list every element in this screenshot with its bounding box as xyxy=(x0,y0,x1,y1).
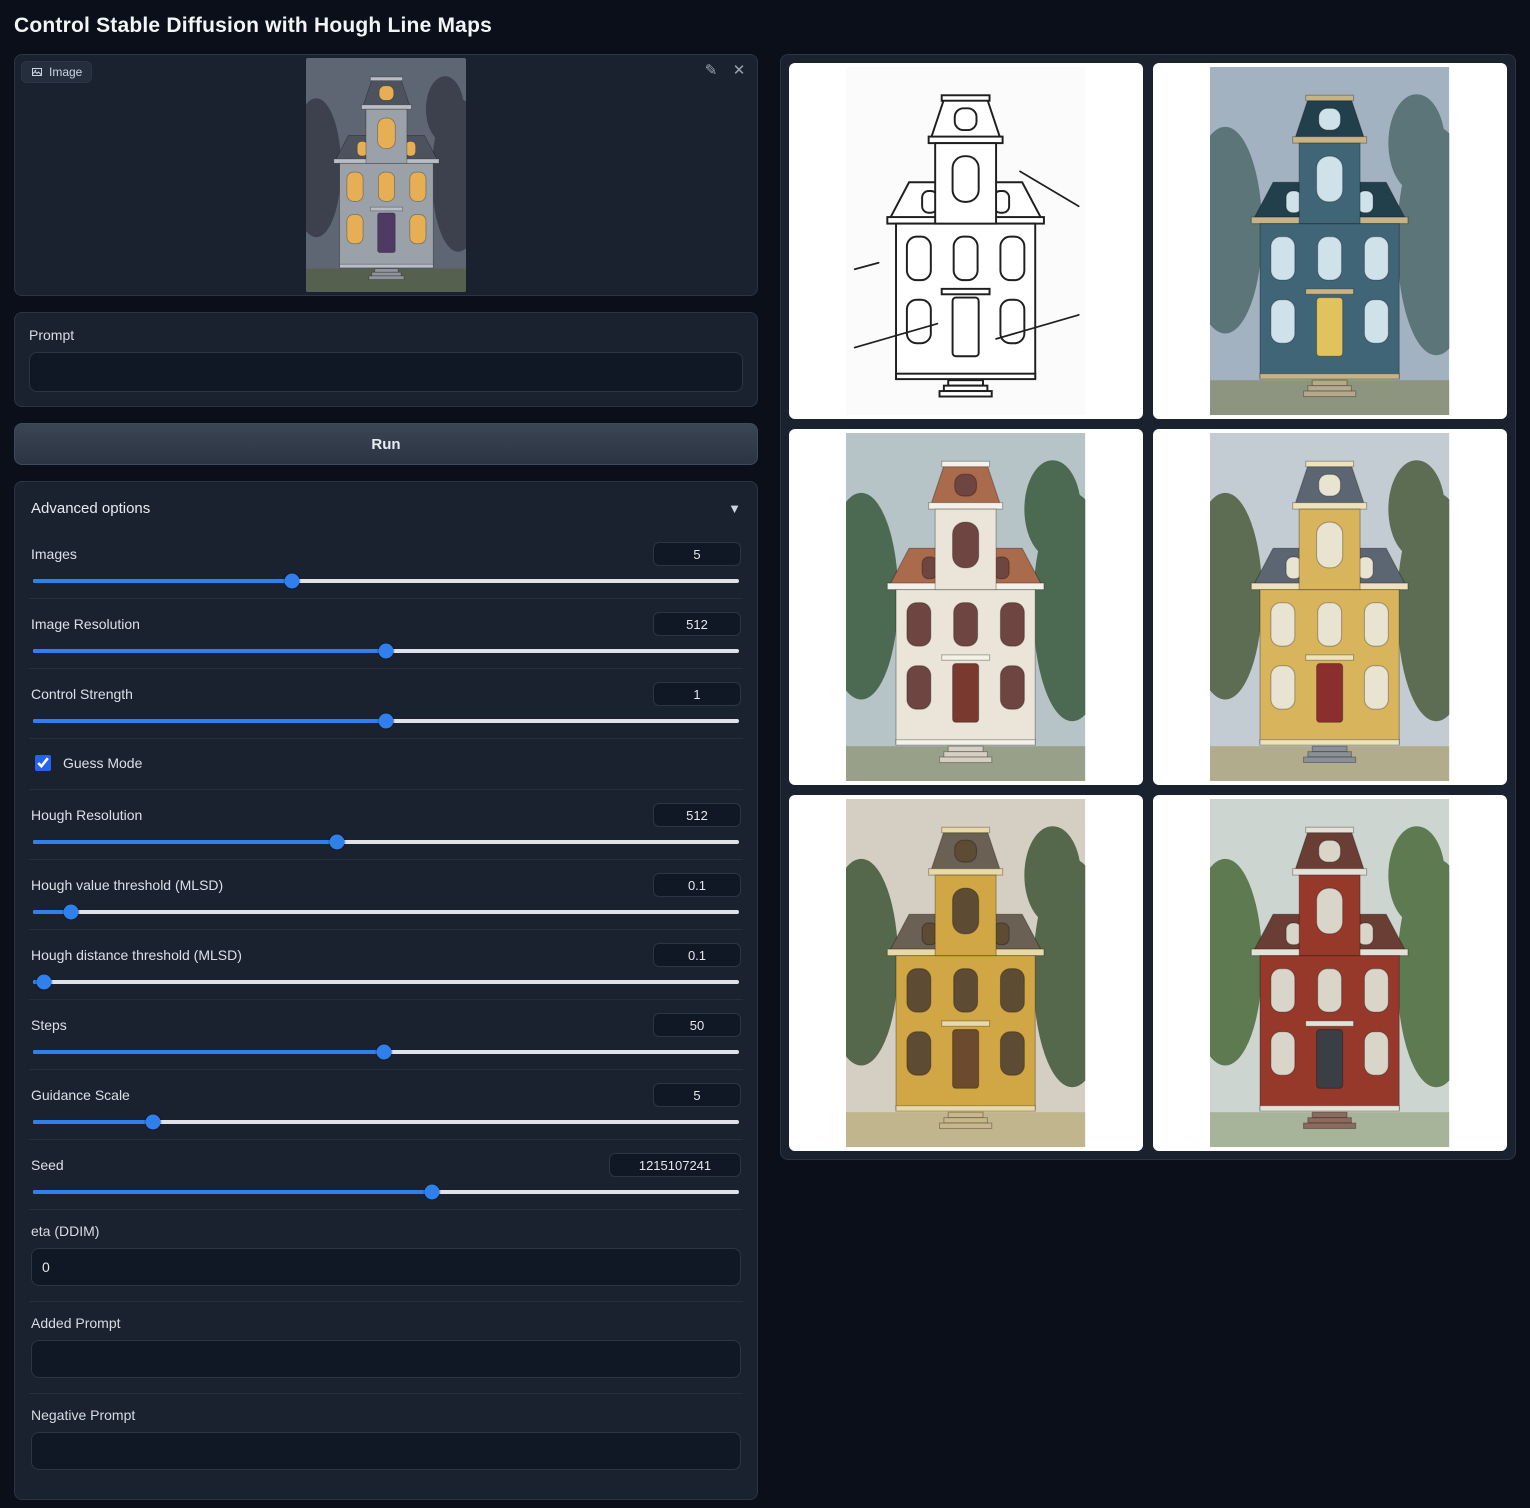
slider-fill xyxy=(33,1120,153,1124)
advanced-options-panel: Advanced options ▼ Images xyxy=(14,481,758,1500)
slider-track-hough-resolution[interactable] xyxy=(33,840,739,844)
gallery-item-2[interactable] xyxy=(1153,63,1507,419)
controls-column: Image ✎ ✕ Prompt Run Advanced xyxy=(14,54,758,1500)
slider-handle-seed[interactable] xyxy=(424,1185,439,1200)
gallery-item-3[interactable] xyxy=(789,429,1143,785)
advanced-options-body: Images Image Resolution xyxy=(29,529,743,1485)
generated-image xyxy=(846,433,1085,781)
slider-handle-hough-distance-threshold[interactable] xyxy=(37,975,52,990)
slider-value-seed[interactable] xyxy=(609,1153,741,1177)
eta-input[interactable] xyxy=(31,1248,741,1286)
run-button[interactable]: Run xyxy=(14,423,758,465)
slider-track-image-resolution[interactable] xyxy=(33,649,739,653)
gallery-item-6[interactable] xyxy=(1153,795,1507,1151)
prompt-input[interactable] xyxy=(29,352,743,392)
uploaded-image xyxy=(306,58,467,292)
uploaded-image-wrap xyxy=(15,55,757,295)
results-column xyxy=(780,54,1516,1160)
slider-track-hough-value-threshold[interactable] xyxy=(33,910,739,914)
slider-label-control-strength: Control Strength xyxy=(31,686,133,702)
prompt-label: Prompt xyxy=(29,327,743,343)
slider-row-steps: Steps xyxy=(29,999,743,1069)
slider-label-guidance-scale: Guidance Scale xyxy=(31,1087,130,1103)
generated-image xyxy=(846,799,1085,1147)
slider-handle-steps[interactable] xyxy=(376,1045,391,1060)
generated-image xyxy=(1210,67,1449,415)
slider-handle-guidance-scale[interactable] xyxy=(146,1115,161,1130)
negative-prompt-input[interactable] xyxy=(31,1432,741,1470)
slider-handle-image-resolution[interactable] xyxy=(379,644,394,659)
guess-mode-checkbox[interactable] xyxy=(35,755,51,771)
image-icon xyxy=(31,66,43,78)
prompt-panel: Prompt xyxy=(14,312,758,407)
page-title: Control Stable Diffusion with Hough Line… xyxy=(14,14,1516,38)
negative-prompt-row: Negative Prompt xyxy=(29,1393,743,1485)
slider-label-hough-distance-threshold: Hough distance threshold (MLSD) xyxy=(31,947,242,963)
slider-label-steps: Steps xyxy=(31,1017,67,1033)
slider-row-seed: Seed xyxy=(29,1139,743,1209)
slider-value-images[interactable] xyxy=(653,542,741,566)
slider-fill xyxy=(33,649,386,653)
slider-value-control-strength[interactable] xyxy=(653,682,741,706)
slider-fill xyxy=(33,579,292,583)
gallery-item-5[interactable] xyxy=(789,795,1143,1151)
slider-label-hough-resolution: Hough Resolution xyxy=(31,807,142,823)
slider-fill xyxy=(33,719,386,723)
slider-row-hough-resolution: Hough Resolution xyxy=(29,789,743,859)
app: Control Stable Diffusion with Hough Line… xyxy=(0,0,1530,1508)
slider-row-hough-distance-threshold: Hough distance threshold (MLSD) xyxy=(29,929,743,999)
slider-handle-control-strength[interactable] xyxy=(379,714,394,729)
slider-fill xyxy=(33,1050,384,1054)
generated-image xyxy=(1210,799,1449,1147)
image-label: Image xyxy=(49,65,82,79)
added-prompt-input[interactable] xyxy=(31,1340,741,1378)
slider-row-hough-value-threshold: Hough value threshold (MLSD) xyxy=(29,859,743,929)
gallery-item-4[interactable] xyxy=(1153,429,1507,785)
slider-value-guidance-scale[interactable] xyxy=(653,1083,741,1107)
slider-value-hough-value-threshold[interactable] xyxy=(653,873,741,897)
slider-fill xyxy=(33,1190,432,1194)
negative-prompt-label: Negative Prompt xyxy=(31,1407,741,1423)
slider-label-seed: Seed xyxy=(31,1157,64,1173)
output-gallery xyxy=(780,54,1516,1160)
slider-track-hough-distance-threshold[interactable] xyxy=(33,980,739,984)
slider-row-guidance-scale: Guidance Scale xyxy=(29,1069,743,1139)
slider-label-image-resolution: Image Resolution xyxy=(31,616,140,632)
slider-value-steps[interactable] xyxy=(653,1013,741,1037)
advanced-options-title: Advanced options xyxy=(31,500,150,517)
slider-handle-images[interactable] xyxy=(285,574,300,589)
gallery-item-1[interactable] xyxy=(789,63,1143,419)
slider-handle-hough-value-threshold[interactable] xyxy=(64,905,79,920)
slider-track-seed[interactable] xyxy=(33,1190,739,1194)
chevron-down-icon: ▼ xyxy=(728,501,741,516)
image-label-chip: Image xyxy=(21,61,92,83)
added-prompt-label: Added Prompt xyxy=(31,1315,741,1331)
added-prompt-row: Added Prompt xyxy=(29,1301,743,1393)
guess-mode-row: Guess Mode xyxy=(29,738,743,789)
edit-image-icon[interactable]: ✎ xyxy=(703,63,719,79)
hough-line-map-image xyxy=(846,67,1085,415)
slider-row-images: Images xyxy=(29,529,743,598)
slider-value-hough-distance-threshold[interactable] xyxy=(653,943,741,967)
guess-mode-label: Guess Mode xyxy=(63,755,142,771)
slider-label-images: Images xyxy=(31,546,77,562)
slider-label-hough-value-threshold: Hough value threshold (MLSD) xyxy=(31,877,223,893)
image-input-panel[interactable]: Image ✎ ✕ xyxy=(14,54,758,296)
generated-image xyxy=(1210,433,1449,781)
slider-track-guidance-scale[interactable] xyxy=(33,1120,739,1124)
slider-fill xyxy=(33,840,337,844)
slider-track-steps[interactable] xyxy=(33,1050,739,1054)
slider-row-control-strength: Control Strength xyxy=(29,668,743,738)
slider-value-hough-resolution[interactable] xyxy=(653,803,741,827)
eta-label: eta (DDIM) xyxy=(31,1223,741,1239)
slider-track-control-strength[interactable] xyxy=(33,719,739,723)
slider-track-images[interactable] xyxy=(33,579,739,583)
advanced-options-header[interactable]: Advanced options ▼ xyxy=(29,490,743,529)
slider-value-image-resolution[interactable] xyxy=(653,612,741,636)
eta-row: eta (DDIM) xyxy=(29,1209,743,1301)
clear-image-icon[interactable]: ✕ xyxy=(731,63,747,79)
slider-row-image-resolution: Image Resolution xyxy=(29,598,743,668)
slider-handle-hough-resolution[interactable] xyxy=(329,835,344,850)
